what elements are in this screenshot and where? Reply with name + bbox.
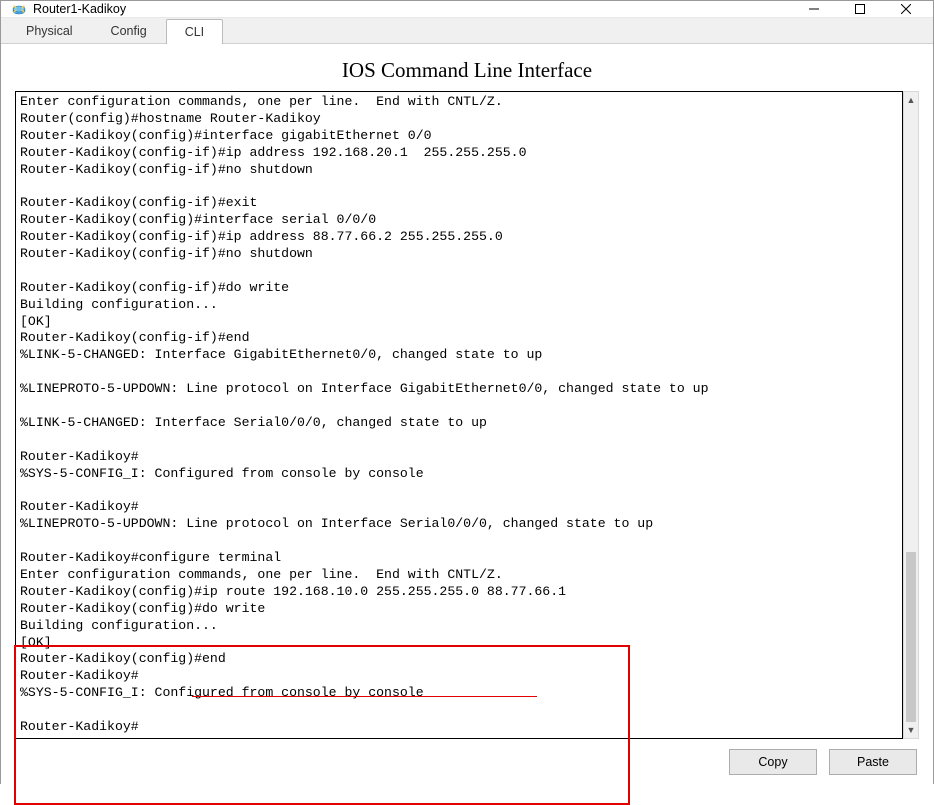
tab-cli[interactable]: CLI [166,19,223,44]
scroll-up-icon[interactable]: ▲ [904,92,918,108]
scrollbar[interactable]: ▲ ▼ [903,91,919,739]
window-controls [791,1,929,17]
maximize-button[interactable] [837,1,883,17]
tab-bar: Physical Config CLI [1,18,933,44]
scroll-down-icon[interactable]: ▼ [904,722,918,738]
action-buttons: Copy Paste [15,749,919,775]
close-button[interactable] [883,1,929,17]
page-title: IOS Command Line Interface [15,58,919,83]
scroll-track[interactable] [904,108,918,722]
paste-button[interactable]: Paste [829,749,917,775]
minimize-button[interactable] [791,1,837,17]
titlebar: Router1-Kadikoy [1,1,933,18]
tab-config[interactable]: Config [92,18,166,43]
app-window: Router1-Kadikoy Physical Config CLI IOS … [1,1,933,783]
scroll-thumb[interactable] [906,552,916,722]
router-icon [11,1,27,17]
cli-terminal[interactable]: Enter configuration commands, one per li… [15,91,903,739]
copy-button[interactable]: Copy [729,749,817,775]
content-area: IOS Command Line Interface Enter configu… [1,44,933,789]
tab-physical[interactable]: Physical [7,18,92,43]
window-title: Router1-Kadikoy [33,2,791,16]
terminal-wrap: Enter configuration commands, one per li… [15,91,919,739]
